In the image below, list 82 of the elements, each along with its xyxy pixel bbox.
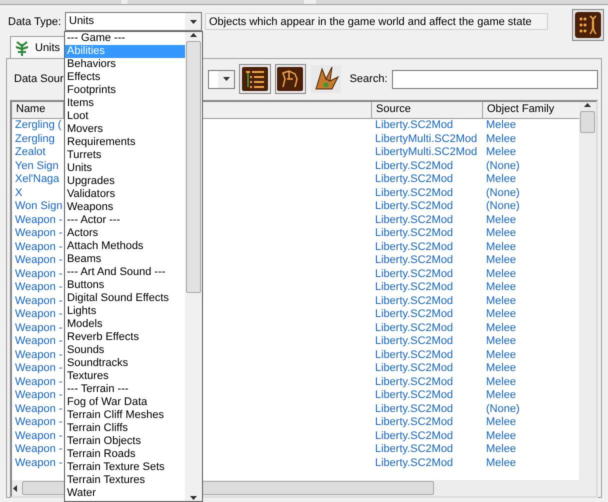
table-cell-text: Liberty.SC2Mod bbox=[374, 443, 454, 456]
table-cell-text: Liberty.SC2Mod bbox=[374, 268, 454, 281]
table-cell-text: Weapon - bbox=[14, 443, 64, 456]
table-cell-text: Liberty.SC2Mod bbox=[374, 389, 454, 402]
table-cell-text: Weapon - bbox=[14, 254, 64, 268]
table-cell-text: Liberty.SC2Mod bbox=[374, 214, 454, 227]
table-cell-text: Liberty.SC2Mod bbox=[374, 186, 454, 200]
table-cell-text: Melee bbox=[485, 268, 517, 281]
table-cell-text: Liberty.SC2Mod bbox=[374, 200, 454, 214]
table-cell-text: Weapon - bbox=[14, 214, 64, 227]
table-cell-text: Liberty.SC2Mod bbox=[374, 308, 454, 322]
table-cell-text: Liberty.SC2Mod bbox=[374, 254, 454, 268]
table-cell-text: Weapon - bbox=[14, 362, 64, 376]
table-cell-text: Liberty.SC2Mod bbox=[374, 322, 454, 335]
table-cell-text: Liberty.SC2Mod bbox=[374, 173, 454, 186]
table-cell-text: Weapon - bbox=[14, 430, 64, 443]
table-cell-text: Melee bbox=[485, 376, 517, 389]
table-cell-text: Liberty.SC2Mod bbox=[374, 456, 454, 470]
table-cell-text: Weapon - bbox=[14, 376, 64, 389]
table-cell-text: Liberty.SC2Mod bbox=[374, 335, 454, 348]
table-cell-text: Weapon - bbox=[14, 227, 64, 240]
table-cell-text: (None) bbox=[485, 200, 521, 214]
table-cell-text: Melee bbox=[485, 214, 517, 227]
table-cell-text: Melee bbox=[485, 173, 517, 186]
table-cell-text: Zergling bbox=[14, 132, 56, 146]
table-cell-text: Weapon - bbox=[14, 268, 64, 281]
table-cell-text: Melee bbox=[485, 335, 517, 348]
table-cell-text: (None) bbox=[485, 402, 521, 416]
table-cell-text: Zergling ( bbox=[14, 119, 62, 132]
table-cell-text: X bbox=[14, 186, 24, 200]
table-cell-text: Zealot bbox=[14, 146, 47, 160]
table-cell-text: Melee bbox=[485, 146, 517, 160]
table-cell-text: Melee bbox=[485, 430, 517, 443]
table-cell-text: Weapon - bbox=[14, 322, 64, 335]
table-cell-text: Weapon - bbox=[14, 348, 64, 362]
table-cell-text: Xel'Naga bbox=[14, 173, 60, 186]
field-label: Data Type: bbox=[8, 15, 61, 30]
table-cell-text: Weapon - bbox=[14, 402, 64, 416]
table-cell-text: Melee bbox=[485, 308, 517, 322]
table-cell-text: Yen Sign bbox=[14, 160, 60, 173]
table-cell-text: Weapon - bbox=[14, 294, 64, 308]
table-cell-text: Weapon - bbox=[14, 335, 64, 348]
table-cell-text: Liberty.SC2Mod bbox=[374, 281, 454, 294]
table-cell-text: Liberty.SC2Mod bbox=[374, 376, 454, 389]
field-label: Search: bbox=[350, 73, 388, 85]
table-cell-text: Melee bbox=[485, 456, 517, 470]
table-cell-text: Liberty.SC2Mod bbox=[374, 119, 454, 132]
table-cell-text: Liberty.SC2Mod bbox=[374, 160, 454, 173]
table-cell-text: Weapon - bbox=[14, 281, 64, 294]
table-cell-text: Liberty.SC2Mod bbox=[374, 362, 454, 376]
table-cell-text: Weapon - bbox=[14, 416, 64, 430]
table-cell-text: Weapon - bbox=[14, 240, 64, 254]
table-cell-text: Melee bbox=[485, 132, 517, 146]
table-cell-text: Liberty.SC2Mod bbox=[374, 430, 454, 443]
table-cell-text: LibertyMulti.SC2Mod bbox=[374, 146, 478, 160]
table-cell-text: Liberty.SC2Mod bbox=[374, 294, 454, 308]
table-cell-text: Liberty.SC2Mod bbox=[374, 227, 454, 240]
table-cell-text: Melee bbox=[485, 362, 517, 376]
table-cell-text: Liberty.SC2Mod bbox=[374, 240, 454, 254]
table-cell-text: Melee bbox=[485, 322, 517, 335]
table-cell-text: Melee bbox=[485, 348, 517, 362]
field-label: Data Sour bbox=[14, 73, 64, 85]
table-cell-text: Melee bbox=[485, 443, 517, 456]
table-cell-text: Melee bbox=[485, 254, 517, 268]
table-cell-text: (None) bbox=[485, 160, 521, 173]
table-cell-text: Melee bbox=[485, 227, 517, 240]
table-cell-text: Melee bbox=[485, 416, 517, 430]
table-cell-text: (None) bbox=[485, 186, 521, 200]
table-cell-text: Melee bbox=[485, 389, 517, 402]
table-cell-text: LibertyMulti.SC2Mod bbox=[374, 132, 478, 146]
table-cell-text: Melee bbox=[485, 240, 517, 254]
table-cell-text: Weapon - bbox=[14, 308, 64, 322]
description-field: Objects which appear in the game world and affect the game state bbox=[205, 13, 548, 30]
table-cell-text: Won Sign bbox=[14, 200, 64, 214]
table-cell-text: Melee bbox=[485, 281, 517, 294]
table-cell-text: Melee bbox=[485, 294, 517, 308]
table-cell-text: Liberty.SC2Mod bbox=[374, 402, 454, 416]
table-cell-text: Weapon - bbox=[14, 456, 64, 470]
table-cell-text: Liberty.SC2Mod bbox=[374, 348, 454, 362]
table-cell-text: Melee bbox=[485, 119, 517, 132]
table-cell-text: Liberty.SC2Mod bbox=[374, 416, 454, 430]
table-cell-text: Weapon - bbox=[14, 389, 64, 402]
